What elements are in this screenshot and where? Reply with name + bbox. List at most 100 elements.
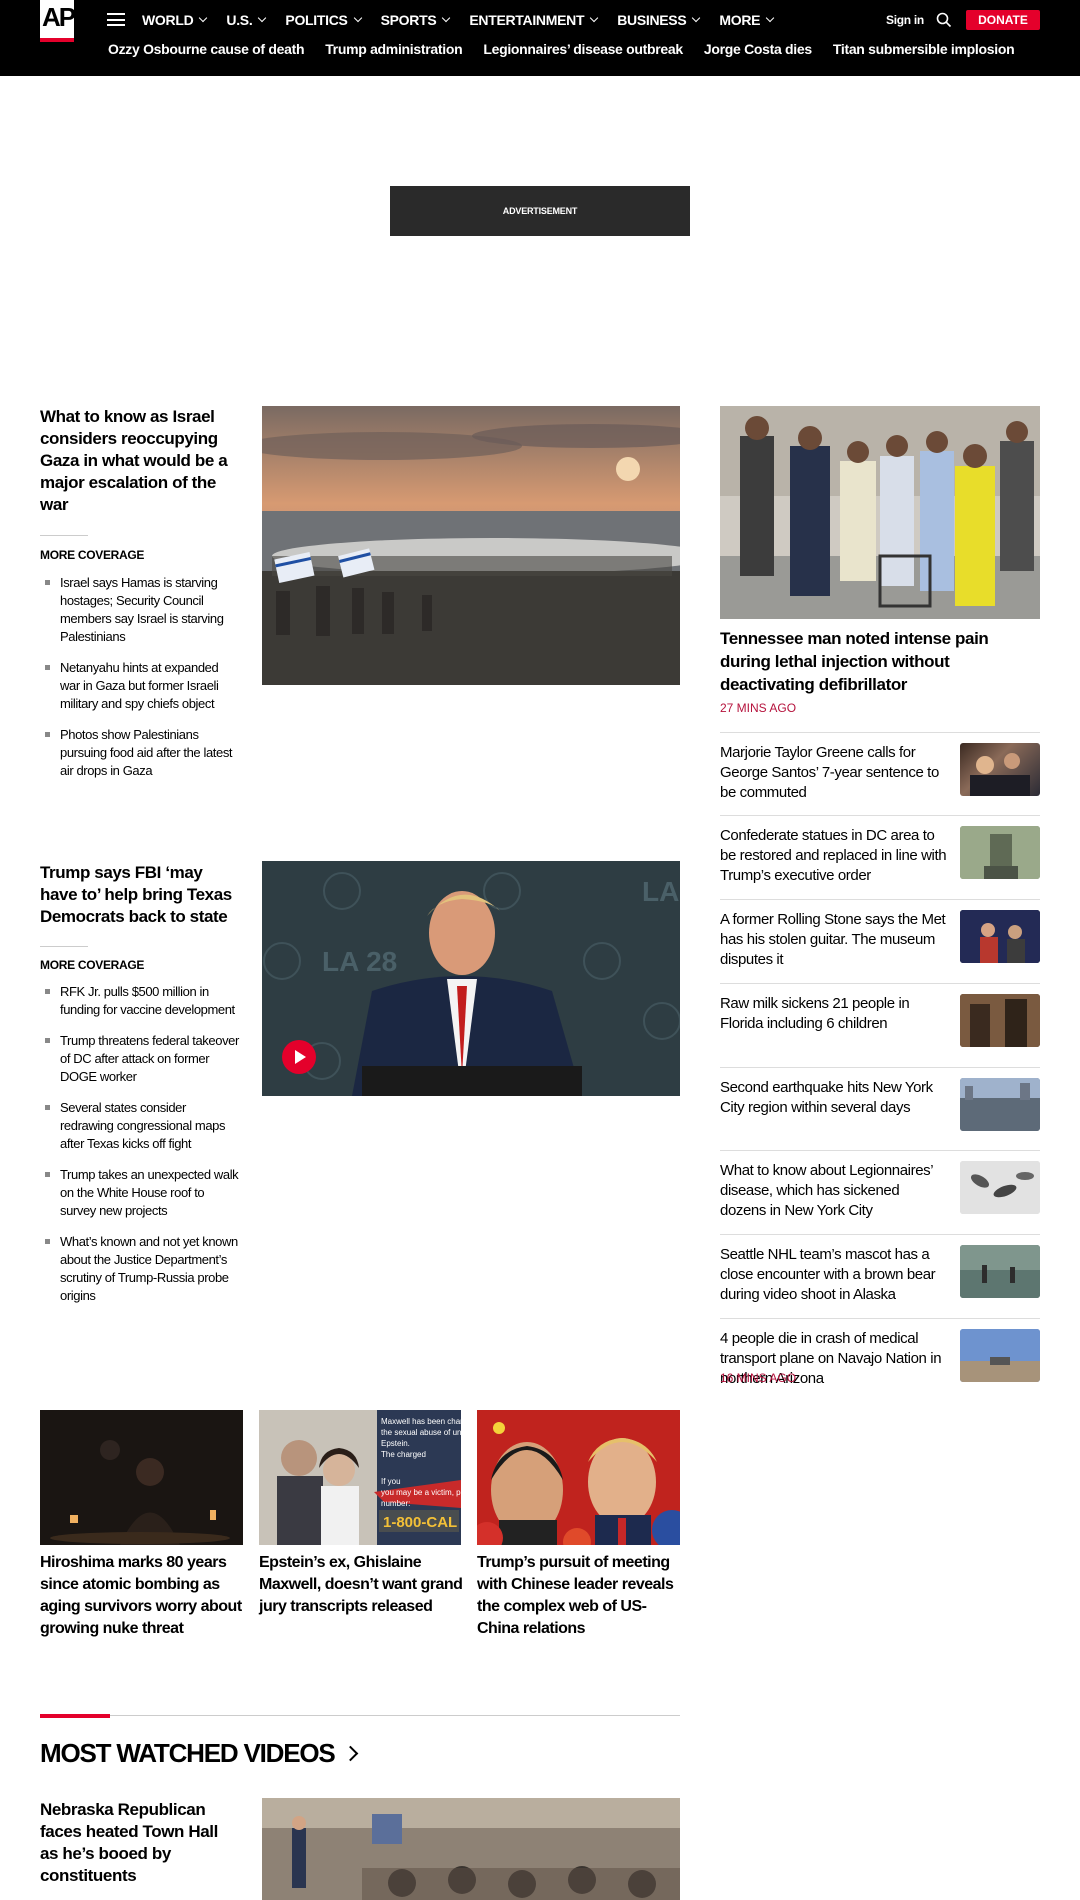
story-title[interactable]: Seattle NHL team’s mascot has a close en… bbox=[720, 1245, 948, 1305]
photo-art: Maxwell has been charg the sexual abuse … bbox=[259, 1410, 461, 1545]
story-item[interactable]: Seattle NHL team’s mascot has a close en… bbox=[720, 1234, 1040, 1318]
nav-more[interactable]: MORE bbox=[719, 9, 775, 31]
nav-label: U.S. bbox=[226, 12, 253, 28]
headline[interactable]: Tennessee man noted intense pain during … bbox=[720, 627, 1040, 696]
story-title[interactable]: What to know about Legionnaires’ disease… bbox=[720, 1161, 948, 1221]
nav-label: MORE bbox=[719, 12, 761, 28]
related-link[interactable]: Photos show Palestinians pursuing food a… bbox=[40, 726, 240, 780]
nav-label: POLITICS bbox=[285, 12, 348, 28]
section-accent-bar bbox=[40, 1714, 110, 1718]
sign-in-link[interactable]: Sign in bbox=[886, 11, 924, 29]
sign-text: If you bbox=[381, 1477, 401, 1486]
story-thumbnail[interactable] bbox=[960, 826, 1040, 879]
story-title[interactable]: Raw milk sickens 21 people in Florida in… bbox=[720, 994, 948, 1034]
story-item[interactable]: Second earthquake hits New York City reg… bbox=[720, 1067, 1040, 1150]
related-link[interactable]: Several states consider redrawing congre… bbox=[40, 1099, 240, 1153]
epstein-photo[interactable]: Maxwell has been charg the sexual abuse … bbox=[259, 1410, 461, 1545]
menu-icon[interactable] bbox=[107, 13, 125, 26]
story-thumbnail[interactable] bbox=[960, 1329, 1040, 1382]
sign-text: you may be a victim, p bbox=[381, 1488, 461, 1497]
logo-accent-bar bbox=[40, 38, 74, 42]
gaza-sunset-photo[interactable] bbox=[262, 406, 680, 685]
chevron-down-icon bbox=[353, 13, 362, 23]
la28-logo: LA 28 bbox=[322, 946, 397, 977]
section-rule bbox=[40, 1715, 680, 1716]
nav-business[interactable]: BUSINESS bbox=[617, 9, 701, 31]
nav-entertainment[interactable]: ENTERTAINMENT bbox=[469, 9, 599, 31]
photo-art bbox=[960, 1329, 1040, 1382]
donate-button[interactable]: DONATE bbox=[966, 10, 1040, 30]
photo-art bbox=[262, 406, 680, 685]
story-item[interactable]: What to know about Legionnaires’ disease… bbox=[720, 1150, 1040, 1234]
chevron-down-icon bbox=[765, 13, 775, 23]
site-header: AP WORLD U.S. POLITICS SPORTS ENTERTAINM… bbox=[0, 0, 1080, 76]
sign-phone: 1-800-CAL bbox=[383, 1514, 457, 1531]
more-coverage-list: RFK Jr. pulls $500 million in funding fo… bbox=[40, 983, 240, 1305]
card-headline[interactable]: Trump’s pursuit of meeting with Chinese … bbox=[477, 1552, 682, 1640]
headline[interactable]: Trump says FBI ‘may have to’ help bring … bbox=[40, 862, 240, 928]
top-story-right: Tennessee man noted intense pain during … bbox=[720, 627, 1040, 716]
story-item[interactable]: Confederate statues in DC area to be res… bbox=[720, 815, 1040, 899]
headline[interactable]: What to know as Israel considers reoccup… bbox=[40, 406, 240, 516]
divider bbox=[40, 535, 88, 536]
trending-link[interactable]: Trump administration bbox=[325, 39, 462, 59]
chevron-down-icon bbox=[199, 13, 208, 23]
sign-text: Epstein. bbox=[381, 1439, 410, 1448]
search-icon[interactable] bbox=[936, 12, 952, 28]
story-thumbnail[interactable] bbox=[960, 1245, 1040, 1298]
story-title[interactable]: Marjorie Taylor Greene calls for George … bbox=[720, 743, 948, 803]
advertisement[interactable]: ADVERTISEMENT bbox=[390, 186, 690, 236]
divider bbox=[40, 946, 88, 947]
nesting-dolls-photo[interactable] bbox=[477, 1410, 680, 1545]
more-coverage-list: Israel says Hamas is starving hostages; … bbox=[40, 574, 240, 780]
related-link[interactable]: Trump threatens federal takeover of DC a… bbox=[40, 1032, 240, 1086]
nav-label: SPORTS bbox=[380, 12, 437, 28]
story-title[interactable]: Confederate statues in DC area to be res… bbox=[720, 826, 948, 886]
chevron-down-icon bbox=[442, 13, 451, 23]
nav-label: ENTERTAINMENT bbox=[469, 12, 585, 28]
story-thumbnail[interactable] bbox=[960, 1161, 1040, 1214]
related-link[interactable]: Trump takes an unexpected walk on the Wh… bbox=[40, 1166, 240, 1220]
play-button[interactable] bbox=[282, 1040, 316, 1074]
photo-art bbox=[960, 994, 1040, 1047]
photo-art bbox=[960, 1245, 1040, 1298]
nav-us[interactable]: U.S. bbox=[226, 9, 267, 31]
story-thumbnail[interactable] bbox=[960, 910, 1040, 963]
story-title[interactable]: A former Rolling Stone says the Met has … bbox=[720, 910, 948, 970]
tennessee-photo[interactable] bbox=[720, 406, 1040, 619]
trending-link[interactable]: Titan submersible implosion bbox=[833, 39, 1015, 59]
trending-link[interactable]: Legionnaires’ disease outbreak bbox=[483, 39, 683, 59]
story-item[interactable]: A former Rolling Stone says the Met has … bbox=[720, 899, 1040, 983]
hiroshima-photo[interactable] bbox=[40, 1410, 243, 1545]
sign-text: The charged bbox=[381, 1450, 426, 1459]
nav-sports[interactable]: SPORTS bbox=[380, 9, 451, 31]
related-link[interactable]: What’s known and not yet known about the… bbox=[40, 1233, 240, 1305]
trump-video-thumbnail[interactable]: LA 28 LA 28 bbox=[262, 861, 680, 1096]
related-link[interactable]: Israel says Hamas is starving hostages; … bbox=[40, 574, 240, 646]
photo-art: LA 28 LA 28 bbox=[262, 861, 680, 1096]
story-title[interactable]: Second earthquake hits New York City reg… bbox=[720, 1078, 948, 1118]
related-link[interactable]: Netanyahu hints at expanded war in Gaza … bbox=[40, 659, 240, 713]
story-item[interactable]: Raw milk sickens 21 people in Florida in… bbox=[720, 983, 1040, 1067]
most-watched-heading[interactable]: MOST WATCHED VIDEOS bbox=[40, 1736, 358, 1770]
nav-politics[interactable]: POLITICS bbox=[285, 9, 362, 31]
card-headline[interactable]: Hiroshima marks 80 years since atomic bo… bbox=[40, 1552, 245, 1640]
chevron-down-icon bbox=[258, 13, 267, 23]
ap-logo[interactable]: AP bbox=[40, 0, 76, 42]
photo-art bbox=[262, 1798, 680, 1900]
sign-text: Maxwell has been charg bbox=[381, 1417, 461, 1426]
trending-link[interactable]: Ozzy Osbourne cause of death bbox=[108, 39, 305, 59]
video-headline[interactable]: Nebraska Republican faces heated Town Ha… bbox=[40, 1799, 240, 1887]
story-thumbnail[interactable] bbox=[960, 743, 1040, 796]
card-headline[interactable]: Epstein’s ex, Ghislaine Maxwell, doesn’t… bbox=[259, 1552, 464, 1618]
sign-text: the sexual abuse of und bbox=[381, 1428, 461, 1437]
story-thumbnail[interactable] bbox=[960, 1078, 1040, 1131]
nav-label: WORLD bbox=[142, 12, 194, 28]
story-thumbnail[interactable] bbox=[960, 994, 1040, 1047]
trending-link[interactable]: Jorge Costa dies bbox=[704, 39, 812, 59]
story-item[interactable]: Marjorie Taylor Greene calls for George … bbox=[720, 732, 1040, 815]
town-hall-video-thumbnail[interactable] bbox=[262, 1798, 680, 1900]
nav-world[interactable]: WORLD bbox=[142, 9, 208, 31]
related-link[interactable]: RFK Jr. pulls $500 million in funding fo… bbox=[40, 983, 240, 1019]
trending-bar: Ozzy Osbourne cause of death Trump admin… bbox=[108, 39, 1035, 59]
